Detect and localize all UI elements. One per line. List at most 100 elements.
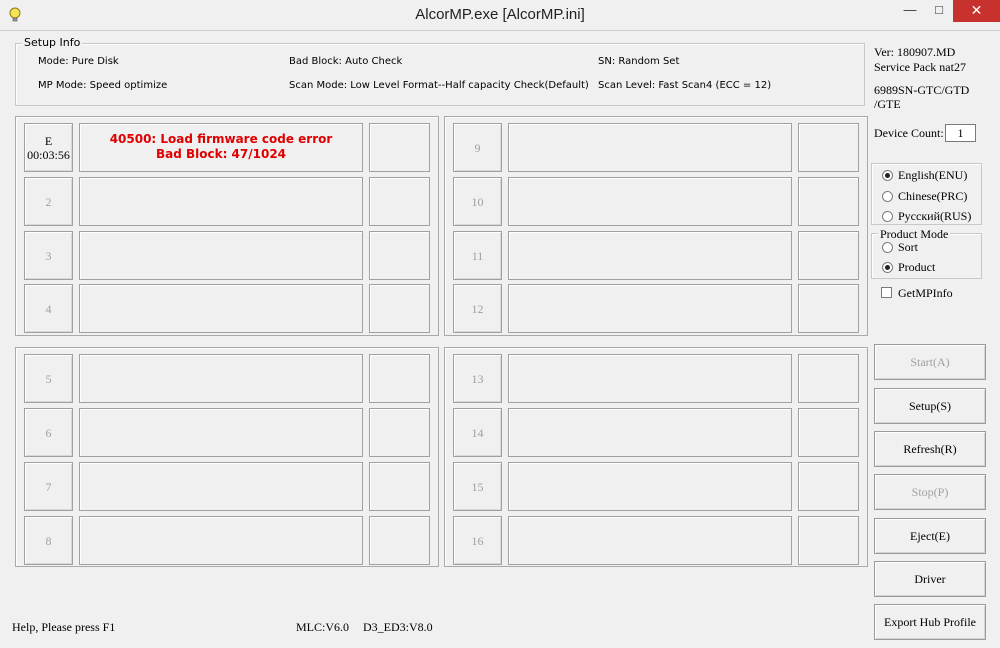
- device-count-value: 1: [945, 124, 976, 142]
- port-status-12: [508, 284, 792, 333]
- port-extra-13: [798, 354, 859, 403]
- port-status-1: 40500: Load firmware code error Bad Bloc…: [79, 123, 363, 172]
- port-extra-16: [798, 516, 859, 565]
- eject-button[interactable]: Eject(E): [874, 518, 986, 554]
- port-button-14[interactable]: 14: [453, 408, 502, 457]
- port-button-6[interactable]: 6: [24, 408, 73, 457]
- port-status-5: [79, 354, 363, 403]
- window-title: AlcorMP.exe [AlcorMP.ini]: [415, 6, 585, 23]
- port-extra-12: [798, 284, 859, 333]
- close-button[interactable]: ✕: [953, 0, 1000, 22]
- radio-russian[interactable]: [882, 211, 893, 222]
- port-button-4[interactable]: 4: [24, 284, 73, 333]
- port-button-7[interactable]: 7: [24, 462, 73, 511]
- port-status-14: [508, 408, 792, 457]
- port-label: 16: [471, 533, 484, 548]
- port-status-7: [79, 462, 363, 511]
- port-extra-6: [369, 408, 430, 457]
- port-extra-15: [798, 462, 859, 511]
- port-button-9[interactable]: 9: [453, 123, 502, 172]
- scan-mode-info: Scan Mode: Low Level Format--Half capaci…: [289, 80, 589, 91]
- port-button-16[interactable]: 16: [453, 516, 502, 565]
- getmpinfo-checkbox[interactable]: [881, 287, 892, 298]
- port-button-15[interactable]: 15: [453, 462, 502, 511]
- port-button-2[interactable]: 2: [24, 177, 73, 226]
- port-button-10[interactable]: 10: [453, 177, 502, 226]
- port-extra-1: [369, 123, 430, 172]
- port-button-3[interactable]: 3: [24, 231, 73, 280]
- port-status-16: [508, 516, 792, 565]
- port-label: E: [44, 133, 53, 148]
- port-status-2: [79, 177, 363, 226]
- chip-model-line2: /GTE: [874, 97, 901, 111]
- setup-button[interactable]: Setup(S): [874, 388, 986, 424]
- port-extra-8: [369, 516, 430, 565]
- port-extra-14: [798, 408, 859, 457]
- port-label: 11: [471, 248, 484, 263]
- stop-button[interactable]: Stop(P): [874, 474, 986, 510]
- getmpinfo-label: GetMPInfo: [898, 286, 953, 300]
- port-button-11[interactable]: 11: [453, 231, 502, 280]
- port-label: 15: [471, 479, 484, 494]
- port-extra-7: [369, 462, 430, 511]
- mode-info: Mode: Pure Disk: [38, 56, 119, 67]
- export-hub-profile-button[interactable]: Export Hub Profile: [874, 604, 986, 640]
- setup-info-group: Setup Info Mode: Pure Disk Bad Block: Au…: [15, 36, 865, 106]
- port-label: 14: [471, 425, 484, 440]
- port-status-6: [79, 408, 363, 457]
- port-status-3: [79, 231, 363, 280]
- port-status-15: [508, 462, 792, 511]
- service-pack-label: Service Pack nat27: [874, 60, 966, 74]
- russian-label: Русский(RUS): [898, 209, 972, 223]
- setup-info-legend: Setup Info: [22, 36, 83, 49]
- port-label: 4: [45, 301, 52, 316]
- port-label: 3: [45, 248, 52, 263]
- port-status-9: [508, 123, 792, 172]
- maximize-button[interactable]: □: [925, 0, 953, 22]
- radio-english[interactable]: [882, 170, 893, 181]
- radio-sort[interactable]: [882, 242, 893, 253]
- mlc-version: MLC:V6.0: [296, 620, 350, 634]
- port-button-5[interactable]: 5: [24, 354, 73, 403]
- chinese-label: Chinese(PRC): [898, 189, 968, 203]
- port-label: 13: [471, 371, 484, 386]
- minimize-button[interactable]: —: [895, 0, 925, 22]
- port-status-13: [508, 354, 792, 403]
- radio-product[interactable]: [882, 262, 893, 273]
- language-group: English(ENU) Chinese(PRC) Русский(RUS): [871, 163, 982, 225]
- help-text: Help, Please press F1: [12, 620, 116, 634]
- port-button-1[interactable]: E 00:03:56: [24, 123, 73, 172]
- start-button[interactable]: Start(A): [874, 344, 986, 380]
- port-extra-9: [798, 123, 859, 172]
- product-label: Product: [898, 260, 936, 274]
- port-time: 00:03:56: [27, 147, 70, 162]
- port-extra-5: [369, 354, 430, 403]
- product-mode-group: Product Mode Sort Product: [871, 227, 982, 279]
- port-status-10: [508, 177, 792, 226]
- port-extra-3: [369, 231, 430, 280]
- port-label: 2: [45, 194, 52, 209]
- driver-button[interactable]: Driver: [874, 561, 986, 597]
- port-status-11: [508, 231, 792, 280]
- chip-model-line1: 6989SN-GTC/GTD: [874, 83, 970, 97]
- port-label: 12: [471, 301, 484, 316]
- port-label: 10: [471, 194, 484, 209]
- port-extra-4: [369, 284, 430, 333]
- port-status-4: [79, 284, 363, 333]
- title-bar: AlcorMP.exe [AlcorMP.ini] — □ ✕: [0, 0, 1000, 31]
- scan-level-info: Scan Level: Fast Scan4 (ECC = 12): [598, 80, 772, 91]
- radio-chinese[interactable]: [882, 191, 893, 202]
- error-message: 40500: Load firmware code error: [109, 132, 333, 146]
- sn-info: SN: Random Set: [598, 56, 680, 67]
- refresh-button[interactable]: Refresh(R): [874, 431, 986, 467]
- port-status-8: [79, 516, 363, 565]
- port-label: 8: [45, 533, 52, 548]
- english-label: English(ENU): [898, 168, 968, 182]
- port-button-12[interactable]: 12: [453, 284, 502, 333]
- port-extra-2: [369, 177, 430, 226]
- port-button-8[interactable]: 8: [24, 516, 73, 565]
- port-button-13[interactable]: 13: [453, 354, 502, 403]
- port-label: 5: [45, 371, 52, 386]
- port-label: 6: [45, 425, 52, 440]
- mp-mode-info: MP Mode: Speed optimize: [38, 80, 168, 91]
